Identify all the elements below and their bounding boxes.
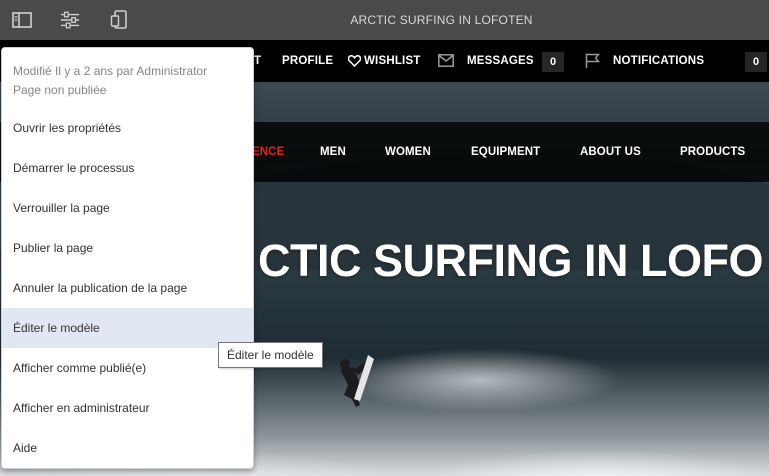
menu-item-start-workflow[interactable]: Démarrer le processus — [2, 148, 253, 188]
nav-item-men[interactable]: MEN — [320, 146, 346, 158]
nav-item-products[interactable]: PRODUCTS — [680, 146, 745, 158]
nav-item-equipment[interactable]: EQUIPMENT — [471, 146, 540, 158]
modified-info: Modifié Il y a 2 ans par Administrator — [13, 64, 208, 78]
notifications-count-badge: 0 — [745, 52, 767, 72]
page-information-menu: Modifié Il y a 2 ans par Administrator P… — [1, 47, 254, 469]
nav-item-women[interactable]: WOMEN — [385, 146, 431, 158]
nav-item-experience[interactable]: ENCE — [252, 146, 284, 158]
nav-link-notifications[interactable]: NOTIFICATIONS — [613, 55, 704, 67]
surfer-figure — [340, 355, 374, 407]
nav-item-about-us[interactable]: ABOUT US — [580, 146, 641, 158]
menu-item-edit-template[interactable]: Éditer le modèle — [2, 308, 253, 348]
nav-link-partial[interactable]: T — [254, 55, 261, 67]
page-title: ARCTIC SURFING IN LOFOTEN — [350, 13, 533, 27]
nav-link-profile[interactable]: PROFILE — [282, 55, 333, 67]
menu-item-view-as-published[interactable]: Afficher comme publié(e) — [2, 348, 253, 388]
envelope-icon — [438, 54, 454, 72]
hero-title: CTIC SURFING IN LOFO — [258, 235, 763, 286]
menu-item-list: Ouvrir les propriétés Démarrer le proces… — [2, 108, 253, 468]
page-status: Modifié Il y a 2 ans par Administrator P… — [2, 48, 253, 109]
nav-link-messages[interactable]: MESSAGES — [467, 55, 534, 67]
menu-item-open-properties[interactable]: Ouvrir les propriétés — [2, 108, 253, 148]
menu-item-publish-page[interactable]: Publier la page — [2, 228, 253, 268]
menu-item-help[interactable]: Aide — [2, 428, 253, 468]
messages-count-badge: 0 — [542, 52, 564, 72]
flag-icon — [585, 53, 601, 73]
editor-toolbar: ARCTIC SURFING IN LOFOTEN — [0, 0, 769, 40]
menu-item-view-in-admin[interactable]: Afficher en administrateur — [2, 388, 253, 428]
menu-item-lock-page[interactable]: Verrouiller la page — [2, 188, 253, 228]
publication-status: Page non publiée — [13, 83, 107, 97]
menu-item-unpublish-page[interactable]: Annuler la publication de la page — [2, 268, 253, 308]
nav-link-wishlist[interactable]: WISHLIST — [364, 55, 421, 67]
heart-icon — [347, 54, 362, 72]
tooltip: Éditer le modèle — [218, 342, 323, 368]
